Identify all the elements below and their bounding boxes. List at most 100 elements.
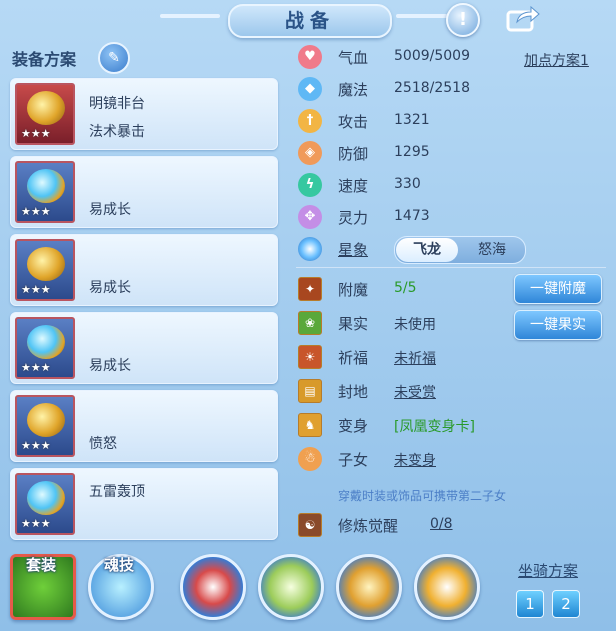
stat-value: 1295 xyxy=(394,144,430,160)
equipment-thumbnail: ★★★ xyxy=(15,473,75,535)
extra-label: 祈福 xyxy=(338,349,369,367)
window-title: 战备 xyxy=(228,4,392,38)
equipment-name: 明镜非台 xyxy=(89,96,145,112)
skill-slot-3[interactable] xyxy=(336,554,402,620)
title-bar: 战备 ! xyxy=(0,0,616,40)
equipment-thumbnail: ★★★ xyxy=(15,161,75,223)
one-click-fruit-button[interactable]: 一键果实 xyxy=(514,310,602,340)
equipment-attribute: 易成长 xyxy=(89,280,131,296)
extra-label: 果实 xyxy=(338,315,369,333)
equipment-thumbnail: ★★★ xyxy=(15,239,75,301)
extra-value: [凤凰变身卡] xyxy=(394,419,475,435)
stat-value: 5009/5009 xyxy=(394,48,470,64)
spirit-icon: ✥ xyxy=(298,205,322,229)
sword-icon: † xyxy=(298,109,322,133)
equipment-card-2[interactable]: ★★★ 易成长 xyxy=(10,156,278,228)
equipment-window: 战备 ! 装备方案 ✎ ★★★ 明镜非台 法术暴击 ★★★ 易成长 ★★★ 易成… xyxy=(0,0,616,631)
extra-value[interactable]: 0/8 xyxy=(430,516,453,532)
constellation-option-active[interactable]: 飞龙 xyxy=(396,238,458,262)
equipment-attribute: 易成长 xyxy=(89,358,131,374)
attribute-plan-link[interactable]: 加点方案1 xyxy=(524,50,589,70)
stat-value: 330 xyxy=(394,176,421,192)
stat-label: 速度 xyxy=(338,177,369,195)
extra-value[interactable]: 未祈福 xyxy=(394,348,436,368)
equipment-card-6[interactable]: ★★★ 五雷轰顶 xyxy=(10,468,278,540)
stat-row-hp: ♥ 气血 5009/5009 加点方案1 xyxy=(296,42,606,72)
equipment-thumbnail: ★★★ xyxy=(15,317,75,379)
extra-value[interactable]: 未变身 xyxy=(394,450,436,470)
extra-label: 子女 xyxy=(338,451,369,469)
skill-slot-1[interactable] xyxy=(180,554,246,620)
equipment-name: 五雷轰顶 xyxy=(89,484,145,500)
equipment-thumbnail: ★★★ xyxy=(15,395,75,457)
star-rating: ★★★ xyxy=(21,205,51,218)
constellation-icon xyxy=(298,237,322,261)
enchant-icon: ✦ xyxy=(298,277,322,301)
divider xyxy=(296,267,606,268)
stat-label: 攻击 xyxy=(338,113,369,131)
stat-value: 1321 xyxy=(394,112,430,128)
extra-row-fief: ▤ 封地 未受赏 xyxy=(296,376,606,406)
edit-pencil-icon[interactable]: ✎ xyxy=(98,42,130,74)
stat-row-spirit: ✥ 灵力 1473 xyxy=(296,202,606,232)
one-click-enchant-button[interactable]: 一键附魔 xyxy=(514,274,602,304)
equipment-thumbnail: ★★★ xyxy=(15,83,75,145)
extra-row-cultivation: ☯ 修炼觉醒 0/8 xyxy=(296,510,606,540)
stat-row-constellation: 星象 飞龙 怒海 xyxy=(296,234,606,264)
stat-value: 1473 xyxy=(394,208,430,224)
extra-value: 5/5 xyxy=(394,280,417,296)
extra-row-blessing: ☀ 祈福 未祈福 xyxy=(296,342,606,372)
transform-icon: ♞ xyxy=(298,413,322,437)
soul-skill-label: 魂技 xyxy=(104,556,135,574)
equipment-card-3[interactable]: ★★★ 易成长 xyxy=(10,234,278,306)
mount-plan-1-button[interactable]: 1 xyxy=(516,590,544,618)
skill-slot-2[interactable] xyxy=(258,554,324,620)
stat-row-attack: † 攻击 1321 xyxy=(296,106,606,136)
star-rating: ★★★ xyxy=(21,361,51,374)
stat-value: 2518/2518 xyxy=(394,80,470,96)
equipment-plan-panel: 装备方案 ✎ ★★★ 明镜非台 法术暴击 ★★★ 易成长 ★★★ 易成长 ★★★… xyxy=(6,40,284,546)
shield-icon: ◈ xyxy=(298,141,322,165)
star-rating: ★★★ xyxy=(21,517,51,530)
constellation-option[interactable]: 怒海 xyxy=(461,238,523,262)
stat-label: 魔法 xyxy=(338,81,369,99)
stat-label: 灵力 xyxy=(338,209,369,227)
outfit-label: 套装 xyxy=(26,556,57,574)
constellation-toggle[interactable]: 飞龙 怒海 xyxy=(394,236,526,264)
extra-row-child: ☃ 子女 未变身 xyxy=(296,444,606,474)
blessing-icon: ☀ xyxy=(298,345,322,369)
share-icon[interactable] xyxy=(505,4,541,32)
extra-value: 未使用 xyxy=(394,317,436,333)
equipment-card-4[interactable]: ★★★ 易成长 xyxy=(10,312,278,384)
title-decoration-left xyxy=(160,14,220,18)
equipment-plan-header: 装备方案 xyxy=(12,50,77,69)
mount-plan-label: 坐骑方案 xyxy=(518,562,579,580)
equipment-card-1[interactable]: ★★★ 明镜非台 法术暴击 xyxy=(10,78,278,150)
extra-label: 附魔 xyxy=(338,281,369,299)
equipment-attribute: 易成长 xyxy=(89,202,131,218)
star-rating: ★★★ xyxy=(21,127,51,140)
child-hint: 穿戴时装或饰品可携带第二子女 xyxy=(338,489,507,503)
heart-icon: ♥ xyxy=(298,45,322,69)
mana-icon: ◆ xyxy=(298,77,322,101)
stat-label: 气血 xyxy=(338,49,369,67)
stat-label: 防御 xyxy=(338,145,369,163)
extra-value[interactable]: 未受赏 xyxy=(394,382,436,402)
cultivation-icon: ☯ xyxy=(298,513,322,537)
equipment-card-5[interactable]: ★★★ 愤怒 xyxy=(10,390,278,462)
mount-plan-2-button[interactable]: 2 xyxy=(552,590,580,618)
child-icon: ☃ xyxy=(298,447,322,471)
lightning-icon: ϟ xyxy=(298,173,322,197)
equipment-attribute: 愤怒 xyxy=(89,436,117,452)
skill-slot-4[interactable] xyxy=(414,554,480,620)
star-rating: ★★★ xyxy=(21,283,51,296)
constellation-label: 星象 xyxy=(338,241,369,259)
extra-label: 封地 xyxy=(338,383,369,401)
fief-icon: ▤ xyxy=(298,379,322,403)
stat-row-speed: ϟ 速度 330 xyxy=(296,170,606,200)
extra-label: 修炼觉醒 xyxy=(338,517,399,535)
extra-label: 变身 xyxy=(338,417,369,435)
bottom-bar: 套装 魂技 坐骑方案 1 2 xyxy=(0,546,616,631)
info-icon[interactable]: ! xyxy=(446,3,480,37)
extra-row-transform: ♞ 变身 [凤凰变身卡] xyxy=(296,410,606,440)
